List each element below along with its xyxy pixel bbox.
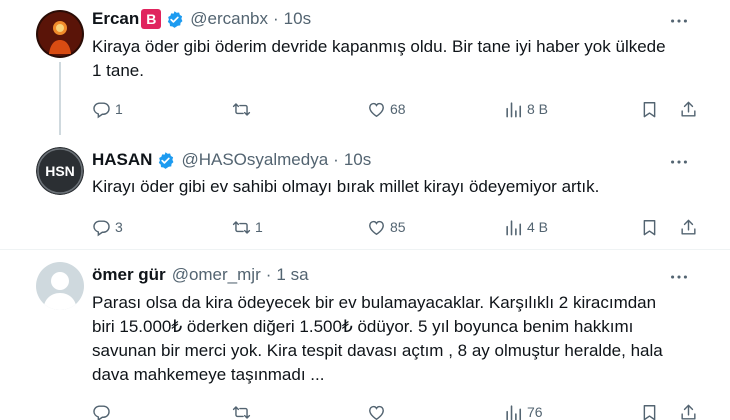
reply-icon (92, 403, 111, 420)
retweet-icon (232, 218, 251, 237)
views-icon (504, 218, 523, 237)
tweet-text-line: 1 tane. (92, 61, 144, 80)
tweet-text-line: Parası olsa da kira ödeyecek bir ev bula… (92, 293, 657, 312)
display-name[interactable]: Ercan (92, 9, 139, 29)
tweet-text-line: biri 15.000₺ öderken diğeri 1.500₺ ödüyo… (92, 317, 634, 336)
retweet-button[interactable]: 1 (232, 215, 263, 239)
views-icon (504, 100, 523, 119)
tweet-text-line: dava mahkemeye taşınmadı ... (92, 365, 325, 384)
reply-count: 3 (115, 219, 123, 235)
like-button[interactable]: 68 (367, 97, 406, 121)
retweet-button[interactable] (232, 97, 255, 121)
handle[interactable]: @HASOsyalmedya (181, 150, 328, 170)
timestamp[interactable]: 10s (284, 9, 311, 29)
thread-line (59, 62, 61, 135)
reply-count: 1 (115, 101, 123, 117)
share-icon (679, 100, 698, 119)
tweet-text-line: savunan bir merci yok. Kira tespit davas… (92, 341, 663, 360)
views-count: 8 B (527, 101, 549, 117)
bookmark-icon (640, 403, 659, 420)
views-button[interactable]: 8 B (504, 97, 548, 121)
tweet-text: Kiraya öder gibi öderim devride kapanmış… (92, 35, 702, 83)
retweet-icon (232, 100, 251, 119)
verified-icon (156, 151, 175, 170)
share-button[interactable] (679, 215, 698, 239)
separator-dot: · (265, 265, 272, 284)
action-bar: 3 1 85 4 B (92, 215, 702, 239)
share-button[interactable] (679, 97, 698, 121)
separator-dot: · (273, 9, 279, 28)
verified-icon (165, 10, 184, 29)
bookmark-button[interactable] (640, 97, 659, 121)
tweet[interactable]: HSN HASAN @HASOsyalmedya · 10s Kirayı öd… (0, 135, 730, 250)
separator-dot: · (333, 150, 339, 169)
tweet-text: Kirayı öder gibi ev sahibi olmayı bırak … (92, 175, 702, 199)
timestamp[interactable]: 1 sa (276, 265, 308, 285)
timestamp[interactable]: 10s (344, 150, 371, 170)
views-icon (504, 403, 523, 420)
avatar-text: HSN (45, 163, 75, 179)
display-name[interactable]: HASAN (92, 150, 152, 170)
tweet-text-line: Kiraya öder gibi öderim devride kapanmış… (92, 37, 666, 56)
avatar[interactable]: HSN (36, 147, 84, 195)
retweet-button[interactable] (232, 400, 255, 420)
like-icon (367, 403, 386, 420)
bookmark-button[interactable] (640, 400, 659, 420)
tweet-text: Parası olsa da kira ödeyecek bir ev bula… (92, 291, 702, 387)
tweet[interactable]: Ercan B @ercanbx · 10s Kiraya öder gibi … (0, 0, 730, 135)
retweet-icon (232, 403, 251, 420)
share-icon (679, 218, 698, 237)
tweet-header: HASAN @HASOsyalmedya · 10s (92, 149, 371, 171)
reply-button[interactable] (92, 400, 115, 420)
tweet[interactable]: ömer gür @omer_mjr · 1 sa Parası olsa da… (0, 250, 730, 420)
bookmark-icon (640, 218, 659, 237)
more-icon[interactable] (668, 266, 690, 288)
more-icon[interactable] (668, 151, 690, 173)
avatar[interactable] (36, 10, 84, 58)
reply-button[interactable]: 1 (92, 97, 123, 121)
tweet-text-line: Kirayı öder gibi ev sahibi olmayı bırak … (92, 177, 600, 196)
retweet-count: 1 (255, 219, 263, 235)
share-icon (679, 403, 698, 420)
handle[interactable]: @ercanbx (190, 9, 268, 29)
like-icon (367, 100, 386, 119)
tweet-header: ömer gür @omer_mjr · 1 sa (92, 264, 309, 286)
views-count: 4 B (527, 219, 549, 235)
like-icon (367, 218, 386, 237)
share-button[interactable] (679, 400, 698, 420)
views-button[interactable]: 4 B (504, 215, 548, 239)
handle[interactable]: @omer_mjr (172, 265, 261, 285)
views-count: 76 (527, 404, 543, 420)
bookmark-icon (640, 100, 659, 119)
like-button[interactable] (367, 400, 390, 420)
reply-button[interactable]: 3 (92, 215, 123, 239)
reply-icon (92, 218, 111, 237)
more-icon[interactable] (668, 10, 690, 32)
action-bar: 76 (92, 400, 702, 420)
tweet-header: Ercan B @ercanbx · 10s (92, 8, 311, 30)
views-button[interactable]: 76 (504, 400, 543, 420)
like-count: 85 (390, 219, 406, 235)
b-badge-icon: B (141, 9, 162, 29)
avatar[interactable] (36, 262, 84, 310)
reply-icon (92, 100, 111, 119)
display-name[interactable]: ömer gür (92, 265, 166, 285)
like-count: 68 (390, 101, 406, 117)
like-button[interactable]: 85 (367, 215, 406, 239)
bookmark-button[interactable] (640, 215, 659, 239)
action-bar: 1 68 8 B (92, 97, 702, 121)
